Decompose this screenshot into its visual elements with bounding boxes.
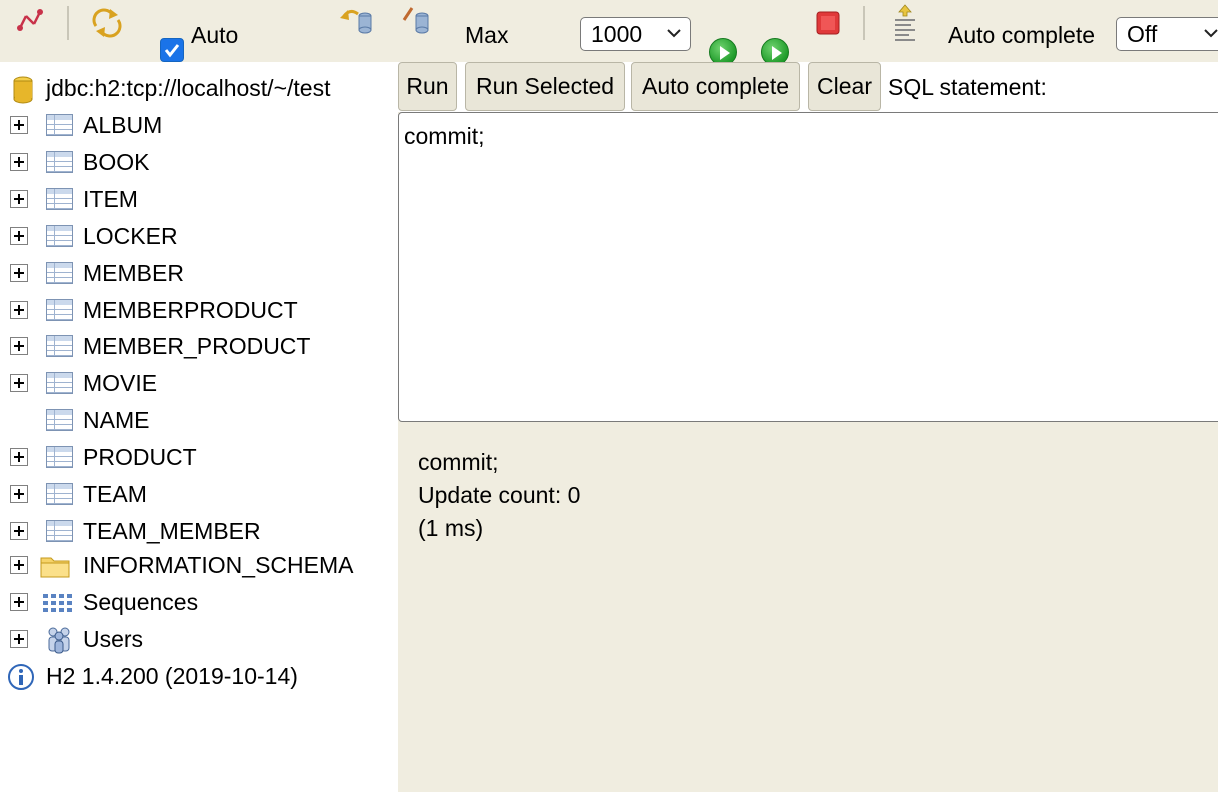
table-name: ALBUM (83, 112, 163, 138)
table-icon (46, 151, 73, 173)
auto-complete-value: Off (1127, 21, 1158, 47)
table-name: NAME (83, 407, 150, 433)
table-name: MEMBER_PRODUCT (83, 333, 311, 359)
result-update-count: Update count: 0 (418, 482, 581, 508)
table-name: ITEM (83, 186, 138, 212)
run-selected-button[interactable]: Run Selected (465, 62, 625, 111)
table-name: BOOK (83, 149, 150, 175)
table-node[interactable]: MEMBERPRODUCT (0, 295, 398, 325)
version-label: H2 1.4.200 (2019-10-14) (46, 663, 298, 689)
stop-icon[interactable] (816, 11, 840, 41)
auto-complete-select[interactable]: Off (1116, 17, 1218, 51)
connection-node[interactable]: jdbc:h2:tcp://localhost/~/test (0, 73, 398, 104)
max-rows-select[interactable]: 1000 (580, 17, 691, 51)
max-rows-label: Max (465, 22, 509, 48)
table-icon (46, 372, 73, 394)
chevron-down-icon (1204, 29, 1218, 38)
table-node[interactable]: TEAM_MEMBER (0, 516, 398, 546)
rollback-icon[interactable] (338, 6, 374, 42)
information-schema-label: INFORMATION_SCHEMA (83, 552, 354, 578)
expand-icon[interactable] (10, 116, 28, 134)
sql-editor[interactable]: commit; (398, 112, 1218, 422)
auto-complete-button[interactable]: Auto complete (631, 62, 800, 111)
folder-icon (40, 557, 70, 578)
refresh-icon[interactable] (90, 8, 124, 44)
table-icon (46, 262, 73, 284)
sql-statement-label: SQL statement: (888, 74, 1047, 100)
information-schema-node[interactable]: INFORMATION_SCHEMA (0, 550, 398, 580)
result-duration: (1 ms) (418, 515, 484, 541)
expand-icon[interactable] (10, 153, 28, 171)
expand-icon[interactable] (10, 301, 28, 319)
commit-icon[interactable] (400, 6, 432, 42)
table-name: MEMBERPRODUCT (83, 297, 298, 323)
table-node[interactable]: TEAM (0, 479, 398, 509)
expand-icon[interactable] (10, 264, 28, 282)
run-selected-icon[interactable] (761, 38, 789, 62)
table-node[interactable]: MOVIE (0, 368, 398, 398)
table-node[interactable]: LOCKER (0, 221, 398, 251)
table-icon (46, 520, 73, 542)
expand-icon[interactable] (10, 522, 28, 540)
table-node[interactable]: PRODUCT (0, 442, 398, 472)
table-name: MEMBER (83, 260, 184, 286)
users-node[interactable]: Users (0, 624, 398, 654)
result-output: commit; Update count: 0 (1 ms) (418, 446, 580, 545)
table-name: TEAM (83, 481, 147, 507)
info-icon (8, 664, 34, 690)
table-icon (46, 409, 73, 431)
auto-commit-label: Auto (191, 22, 239, 48)
users-label: Users (83, 626, 144, 652)
auto-complete-label: Auto complete (948, 22, 1096, 48)
clear-button[interactable]: Clear (808, 62, 881, 111)
toolbar: Auto Max 1000 Auto complete Off (0, 0, 1218, 62)
expand-icon[interactable] (10, 337, 28, 355)
table-name: TEAM_MEMBER (83, 518, 261, 544)
table-node[interactable]: BOOK (0, 147, 398, 177)
query-panel: Run Run Selected Auto complete Clear SQL… (398, 62, 1218, 792)
result-statement: commit; (418, 449, 499, 475)
query-button-bar: Run Run Selected Auto complete Clear SQL… (398, 62, 1218, 112)
table-icon (46, 483, 73, 505)
table-icon (46, 114, 73, 136)
expand-icon[interactable] (10, 556, 28, 574)
max-rows-value: 1000 (591, 21, 643, 47)
connection-label: jdbc:h2:tcp://localhost/~/test (46, 75, 331, 101)
table-icon (46, 225, 73, 247)
object-tree: jdbc:h2:tcp://localhost/~/test ALBUM BOOK… (0, 62, 398, 792)
expand-icon[interactable] (10, 485, 28, 503)
run-icon[interactable] (709, 38, 737, 62)
sequences-node[interactable]: Sequences (0, 587, 398, 617)
table-name: LOCKER (83, 223, 178, 249)
table-name: PRODUCT (83, 444, 197, 470)
version-node: H2 1.4.200 (2019-10-14) (0, 661, 398, 691)
table-node[interactable]: ALBUM (0, 110, 398, 140)
table-name: MOVIE (83, 370, 158, 396)
table-icon (46, 188, 73, 210)
table-icon (46, 335, 73, 357)
expand-icon[interactable] (10, 593, 28, 611)
table-node[interactable]: NAME (0, 405, 398, 435)
table-icon (46, 446, 73, 468)
expand-icon[interactable] (10, 190, 28, 208)
expand-icon[interactable] (10, 374, 28, 392)
expand-icon[interactable] (10, 630, 28, 648)
disconnect-icon[interactable] (14, 8, 46, 40)
expand-icon[interactable] (10, 227, 28, 245)
toolbar-separator (863, 6, 865, 40)
table-node[interactable]: MEMBER (0, 258, 398, 288)
table-icon (46, 299, 73, 321)
toolbar-separator (67, 6, 69, 40)
expand-icon[interactable] (10, 448, 28, 466)
sequences-icon (43, 594, 72, 612)
table-node[interactable]: ITEM (0, 184, 398, 214)
chevron-down-icon (667, 29, 681, 38)
table-node[interactable]: MEMBER_PRODUCT (0, 331, 398, 361)
run-button[interactable]: Run (398, 62, 457, 111)
history-icon[interactable] (891, 4, 921, 48)
users-icon (48, 627, 70, 654)
auto-commit-checkbox[interactable] (160, 38, 184, 62)
sequences-label: Sequences (83, 589, 199, 615)
database-icon (13, 76, 33, 104)
